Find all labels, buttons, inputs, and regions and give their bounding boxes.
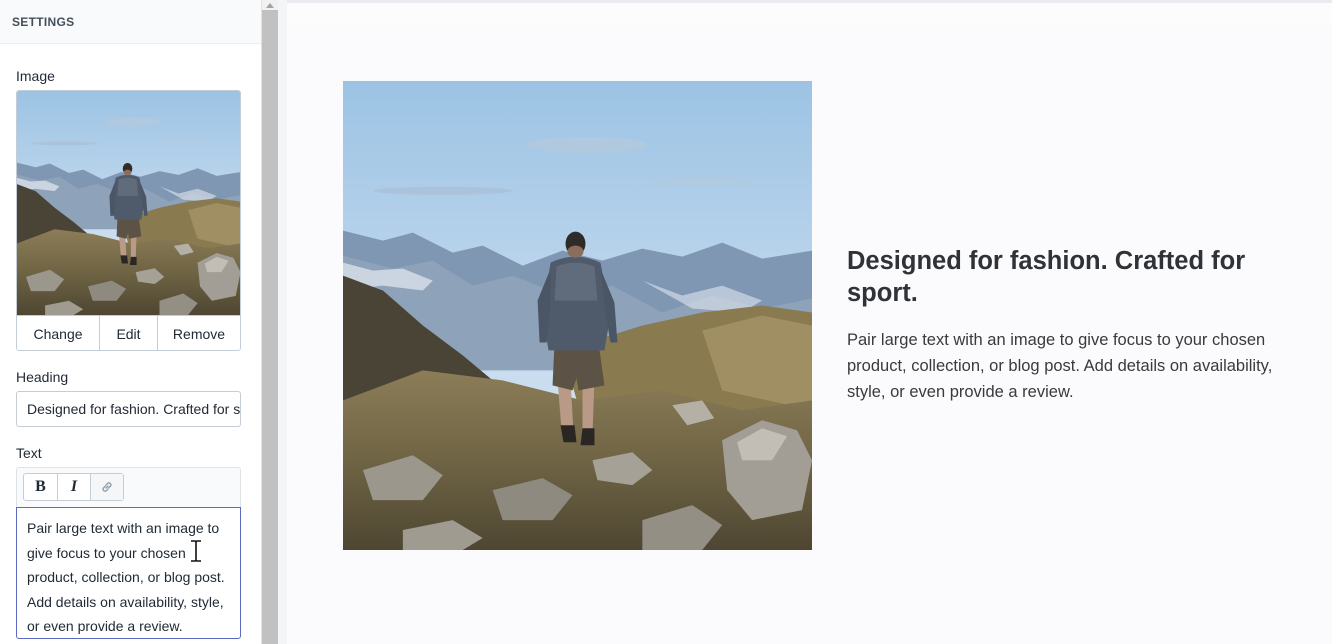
image-thumbnail[interactable] (17, 91, 240, 315)
rte-toolbar: B I (16, 467, 241, 507)
rich-text-editor: B I Pair large text with an image to giv… (16, 467, 241, 639)
theme-preview: Designed for fashion. Crafted for sport.… (287, 0, 1332, 644)
text-label: Text (16, 445, 42, 461)
section-image[interactable] (343, 81, 812, 550)
preview-gutter (278, 0, 287, 644)
image-actions: Change Edit Remove (17, 315, 240, 350)
text-cursor-icon (191, 539, 201, 563)
heading-input[interactable]: Designed for fashion. Crafted for sport. (16, 391, 241, 427)
edit-image-button[interactable]: Edit (99, 316, 157, 350)
link-icon (102, 482, 112, 492)
link-button[interactable] (90, 474, 123, 500)
text-editor-content: Pair large text with an image to give fo… (27, 520, 225, 634)
heading-label: Heading (16, 369, 69, 385)
settings-sidebar: SETTINGS Image Change Edit Remove Headin… (0, 0, 262, 644)
sidebar-title: SETTINGS (12, 14, 75, 29)
scroll-up-arrow-icon[interactable] (262, 0, 278, 10)
remove-image-button[interactable]: Remove (157, 316, 240, 350)
section-heading[interactable]: Designed for fashion. Crafted for sport. (847, 245, 1287, 309)
image-label: Image (16, 68, 55, 84)
format-button-group: B I (23, 473, 124, 501)
sidebar-scrollbar[interactable] (262, 0, 278, 644)
bold-button[interactable]: B (24, 474, 57, 500)
sidebar-header: SETTINGS (0, 0, 261, 44)
image-picker: Change Edit Remove (16, 90, 241, 351)
image-with-text-section: Designed for fashion. Crafted for sport.… (287, 25, 1332, 644)
change-image-button[interactable]: Change (17, 316, 99, 350)
italic-button[interactable]: I (57, 474, 90, 500)
text-editor-body[interactable]: Pair large text with an image to give fo… (16, 507, 241, 639)
section-text[interactable]: Pair large text with an image to give fo… (847, 327, 1287, 405)
